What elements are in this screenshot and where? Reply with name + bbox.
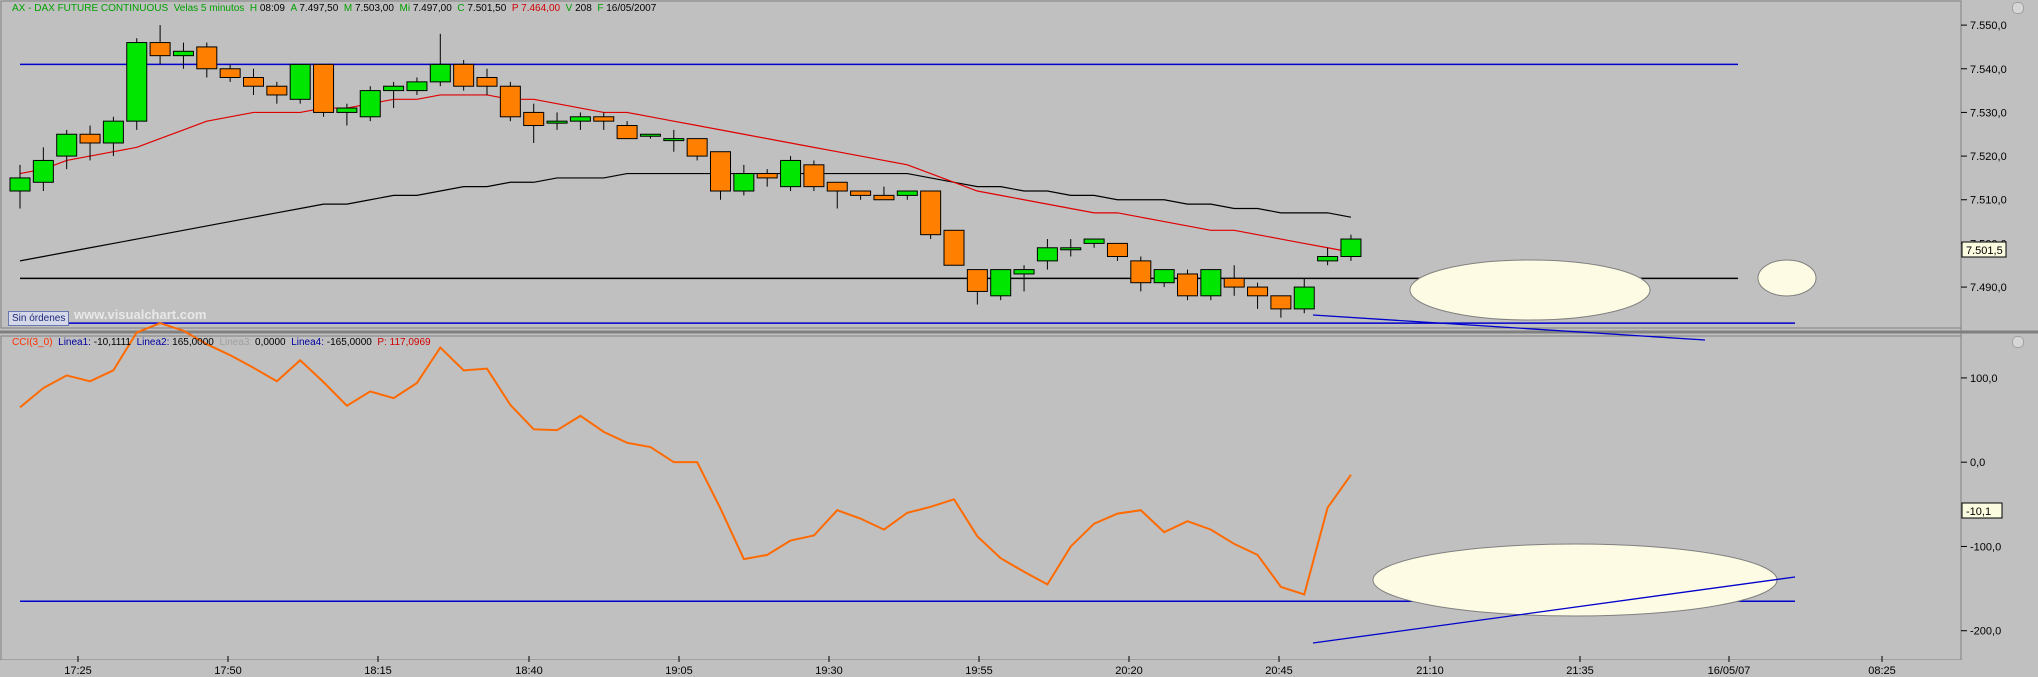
cci-p: 117,0969 bbox=[389, 337, 431, 348]
header-date: 16/05/2007 bbox=[606, 3, 657, 14]
candle bbox=[1200, 269, 1222, 301]
candle bbox=[126, 38, 148, 130]
highlight-ellipse-price-right bbox=[1757, 259, 1817, 297]
price-tick-label: 7.490,0 bbox=[1970, 282, 2007, 294]
cci-name: CCI(3_0) bbox=[12, 337, 53, 348]
time-tick-label: 17:25 bbox=[64, 665, 92, 677]
scroll-handle[interactable] bbox=[2012, 2, 2024, 14]
cci-tick-label: -100,0 bbox=[1970, 541, 2001, 553]
candle bbox=[803, 160, 825, 192]
current-price-marker: 7.501,5 bbox=[1961, 241, 2007, 258]
price-tick-label: 7.530,0 bbox=[1970, 107, 2007, 119]
watermark: www.visualchart.com bbox=[74, 307, 207, 322]
time-tick-label: 18:15 bbox=[364, 665, 392, 677]
header-open: 7.497,50 bbox=[299, 3, 339, 14]
price-tick-label: 7.550,0 bbox=[1970, 20, 2007, 32]
time-tick-label: 19:05 bbox=[665, 665, 693, 677]
price-tick-label: 7.540,0 bbox=[1970, 64, 2007, 76]
highlight-ellipse-cci bbox=[1372, 543, 1778, 617]
time-tick-label: 17:50 bbox=[214, 665, 242, 677]
cci-linea4: -165,0000 bbox=[326, 337, 372, 348]
time-tick-label: 19:55 bbox=[965, 665, 993, 677]
current-cci-label: -10,1 bbox=[1966, 506, 1991, 518]
candle bbox=[990, 269, 1012, 301]
candle bbox=[1177, 269, 1198, 301]
header-low: 7.497,00 bbox=[412, 3, 452, 14]
price-tick-label: 7.520,0 bbox=[1970, 151, 2007, 163]
cci-tick-label: 0,0 bbox=[1970, 457, 1985, 469]
cci-linea1: -10,1111 bbox=[93, 337, 131, 348]
cci-tick-label: -200,0 bbox=[1970, 626, 2001, 638]
header-high: 7.503,00 bbox=[355, 3, 394, 14]
candle bbox=[359, 86, 381, 122]
header-time: 08:09 bbox=[259, 3, 285, 14]
current-cci-marker: -10,1 bbox=[1961, 502, 2003, 519]
time-tick-label: 16/05/07 bbox=[1708, 665, 1751, 677]
candle bbox=[289, 63, 311, 104]
candle bbox=[943, 229, 965, 266]
current-price-label: 7.501,5 bbox=[1966, 245, 2003, 257]
header-p: 7.464,00 bbox=[521, 3, 561, 14]
candle bbox=[499, 81, 521, 122]
symbol-name: AX - DAX FUTURE CONTINUOUS bbox=[12, 3, 169, 14]
sin-ordenes-button[interactable]: Sin órdenes bbox=[8, 311, 70, 326]
price-tick-label: 7.510,0 bbox=[1970, 195, 2007, 207]
candle bbox=[780, 156, 802, 192]
cci-linea3: 0,0000 bbox=[255, 337, 286, 348]
cci-linea2: 165,0000 bbox=[172, 337, 214, 348]
scroll-handle-lower[interactable] bbox=[2012, 336, 2024, 348]
price-header: AX - DAX FUTURE CONTINUOUS Velas 5 minut… bbox=[12, 3, 657, 14]
time-tick-label: 19:30 bbox=[815, 665, 843, 677]
interval-label: Velas 5 minutos bbox=[173, 3, 245, 14]
time-tick-label: 08:25 bbox=[1868, 665, 1896, 677]
candle bbox=[313, 63, 335, 117]
header-close: 7.501,50 bbox=[467, 3, 507, 14]
time-tick-label: 20:20 bbox=[1115, 665, 1143, 677]
cci-tick-label: 100,0 bbox=[1970, 373, 1998, 385]
candle bbox=[920, 190, 942, 240]
time-tick-label: 21:35 bbox=[1566, 665, 1594, 677]
time-tick-label: 18:40 bbox=[515, 665, 543, 677]
cci-header: CCI(3_0) Linea1: -10,1111 Linea2: 165,00… bbox=[12, 337, 431, 348]
candle bbox=[453, 60, 475, 91]
header-volume: 208 bbox=[575, 3, 592, 14]
time-tick-label: 20:45 bbox=[1265, 665, 1293, 677]
candle bbox=[1340, 234, 1362, 261]
time-tick-label: 21:10 bbox=[1416, 665, 1444, 677]
highlight-ellipse-price bbox=[1409, 259, 1651, 321]
